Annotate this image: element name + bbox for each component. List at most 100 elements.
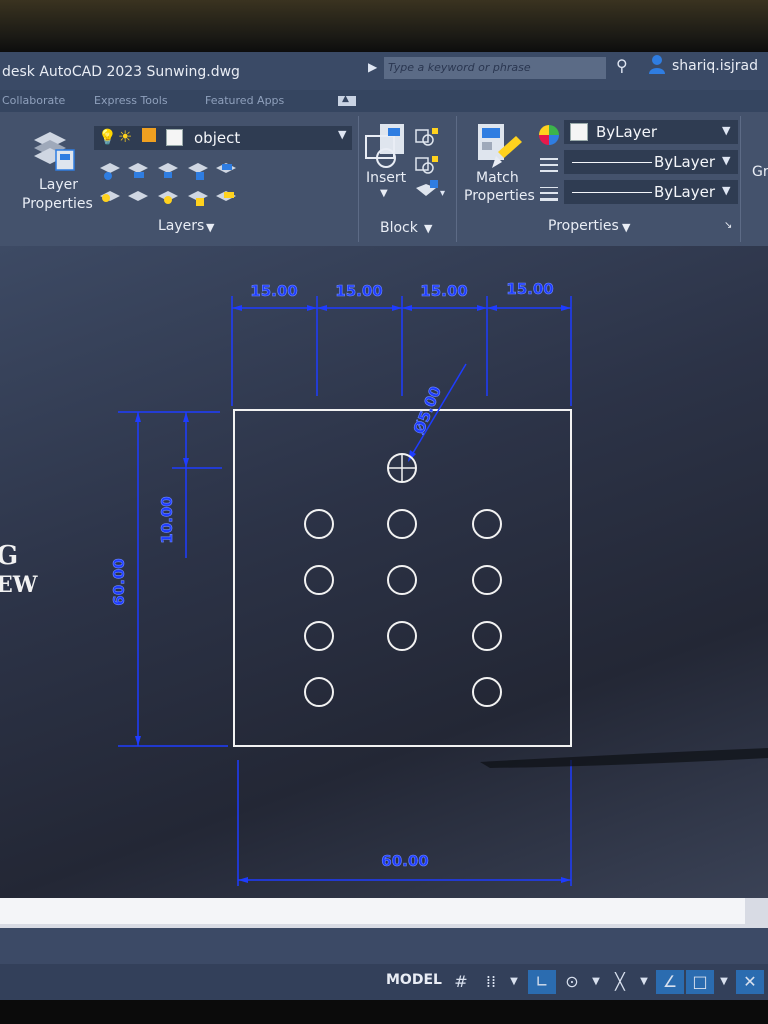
dim-overall-width[interactable]: 60.00 [381, 852, 429, 871]
sun-icon: ☀ [118, 127, 133, 146]
chevron-down-icon[interactable]: ▼ [716, 970, 732, 994]
chevron-down-icon: ▼ [722, 154, 731, 167]
dim-vertical-offset[interactable]: 10.00 [158, 496, 177, 544]
model-space-toggle[interactable]: MODEL [386, 972, 442, 988]
color-value: ByLayer [596, 123, 657, 141]
hole-pattern[interactable] [304, 453, 502, 707]
unlock-icon [142, 128, 156, 142]
chevron-down-icon: ▼ [338, 128, 347, 141]
color-wheel-icon [539, 125, 559, 145]
layer-tools-icons[interactable] [96, 158, 246, 214]
panel-divider [358, 116, 359, 242]
search-expand-icon[interactable]: ▶ [368, 60, 377, 74]
lightbulb-icon: 💡 [98, 128, 117, 146]
object-snap-tracking-icon[interactable]: ∠ [656, 970, 684, 994]
binoculars-icon[interactable]: ⚲ [616, 56, 628, 75]
hole-circle[interactable] [304, 509, 334, 539]
object-snap-icon[interactable]: □ [686, 970, 714, 994]
line-sample [572, 162, 652, 163]
hole-circle[interactable] [472, 565, 502, 595]
block-tools-icons[interactable]: ▾ [412, 126, 446, 210]
block-panel-title[interactable]: Block [380, 220, 418, 236]
drawing-svg[interactable]: G EW 15.00 15.00 15.00 15.00 Ø5.00 10.00… [0, 246, 768, 898]
linetype-value: ByLayer [654, 153, 715, 171]
hole-circle[interactable] [304, 621, 334, 651]
layer-dropdown[interactable]: 💡 ☀ object ▼ [94, 126, 352, 150]
dim-spacing-4[interactable]: 15.00 [506, 280, 554, 299]
hole-circle[interactable] [387, 565, 417, 595]
lineweight-dropdown[interactable]: ByLayer ▼ [564, 180, 738, 204]
left-dimension-arrows [135, 412, 189, 746]
match-properties-line1[interactable]: Match [476, 170, 519, 186]
viewcube-label-bottom: EW [0, 572, 38, 598]
search-input[interactable]: Type a keyword or phrase [384, 57, 606, 79]
tab-featured-apps[interactable]: Featured Apps [205, 94, 284, 107]
insert-block-icon[interactable] [362, 122, 408, 174]
groups-partial-label[interactable]: Gr [752, 164, 768, 180]
ribbon-tab-bar: Collaborate Express Tools Featured Apps … [0, 90, 768, 112]
insert-label[interactable]: Insert [366, 170, 406, 186]
title-bar: desk AutoCAD 2023 Sunwing.dwg ▶ Type a k… [0, 52, 768, 90]
hole-circle[interactable] [304, 565, 334, 595]
properties-panel-title[interactable]: Properties [548, 218, 619, 234]
lineweight-value: ByLayer [654, 183, 715, 201]
hole-circle[interactable] [472, 509, 502, 539]
chevron-down-icon[interactable]: ▼ [636, 970, 652, 994]
dim-spacing-3[interactable]: 15.00 [420, 282, 468, 301]
triangle-up-icon: ▲ [342, 94, 349, 104]
status-bar: MODEL # ⁞⁞ ▼ ∟ ⊙ ▼ ╳ ▼ ∠ □ ▼ ✕ [0, 964, 768, 1000]
command-line-input[interactable] [0, 898, 745, 924]
monitor-bezel-bottom [0, 1000, 768, 1024]
linetype-dropdown[interactable]: ByLayer ▼ [564, 150, 738, 174]
isometric-icon[interactable]: ╳ [608, 970, 632, 994]
monitor-bezel-top [0, 0, 768, 52]
ortho-icon[interactable]: ∟ [528, 970, 556, 994]
ribbon: Layer Properties 💡 ☀ object ▼ Layers ▼ I… [0, 112, 768, 246]
command-line-area [0, 898, 768, 928]
dim-spacing-1[interactable]: 15.00 [250, 282, 298, 301]
viewcube-label-top: G [0, 541, 18, 571]
line-sample [572, 192, 652, 193]
user-icon[interactable] [648, 54, 666, 74]
chevron-down-icon[interactable]: ▼ [424, 222, 432, 235]
annotation-scale-icon[interactable]: ✕ [736, 970, 764, 994]
top-dimension-lines [231, 296, 572, 406]
dim-spacing-2[interactable]: 15.00 [335, 282, 383, 301]
hole-circle[interactable] [472, 621, 502, 651]
layout-tabs-bar [0, 928, 768, 964]
panel-divider [456, 116, 457, 242]
current-layer-name: object [194, 129, 241, 147]
layer-properties-line2[interactable]: Properties [22, 196, 93, 212]
window-title: desk AutoCAD 2023 Sunwing.dwg [2, 64, 240, 80]
chevron-down-icon[interactable]: ▼ [506, 970, 522, 994]
dialog-launcher-icon[interactable]: ↘ [724, 220, 732, 231]
layer-properties-line1[interactable]: Layer [39, 177, 78, 193]
hole-circle[interactable] [387, 509, 417, 539]
left-dimension-lines [118, 411, 228, 747]
color-swatch-icon [166, 129, 183, 146]
color-dropdown[interactable]: ByLayer ▼ [564, 120, 738, 144]
hole-circle[interactable] [387, 621, 417, 651]
polar-tracking-icon[interactable]: ⊙ [560, 970, 584, 994]
svg-text:▾: ▾ [440, 188, 445, 199]
chevron-down-icon[interactable]: ▼ [588, 970, 604, 994]
grid-icon[interactable]: # [450, 970, 472, 994]
color-swatch-icon [570, 123, 588, 141]
chevron-down-icon[interactable]: ▼ [206, 221, 214, 234]
layer-properties-icon [34, 132, 75, 171]
hole-circle[interactable] [472, 677, 502, 707]
tab-collaborate[interactable]: Collaborate [2, 94, 65, 107]
match-properties-line2[interactable]: Properties [464, 188, 535, 204]
layers-panel-title[interactable]: Layers [158, 218, 204, 234]
tab-express-tools[interactable]: Express Tools [94, 94, 168, 107]
dim-overall-height[interactable]: 60.00 [110, 558, 129, 606]
linetype-icon [540, 158, 558, 172]
match-properties-icon[interactable] [476, 122, 524, 172]
chevron-down-icon[interactable]: ▼ [622, 221, 630, 234]
drawing-canvas[interactable]: G EW 15.00 15.00 15.00 15.00 Ø5.00 10.00… [0, 246, 768, 898]
snap-icon[interactable]: ⁞⁞ [480, 970, 502, 994]
chevron-down-icon[interactable]: ▼ [380, 188, 388, 199]
hole-circle[interactable] [304, 677, 334, 707]
panel-divider [740, 116, 741, 242]
user-name[interactable]: shariq.isjrad [672, 58, 758, 74]
